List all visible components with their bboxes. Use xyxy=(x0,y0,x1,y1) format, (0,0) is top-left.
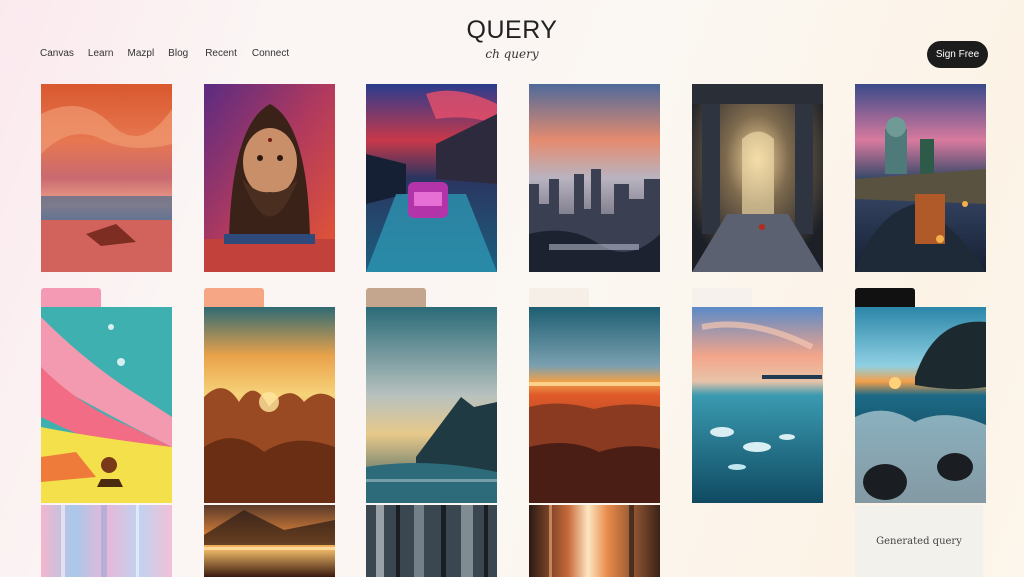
card-tab xyxy=(855,288,915,308)
card-tab xyxy=(366,288,426,308)
bearded-man-portrait-image xyxy=(204,84,335,272)
golden-forest-sunset-image xyxy=(204,307,335,503)
ruined-hall-doorway-image xyxy=(692,84,823,272)
card-tab xyxy=(41,288,101,308)
card-tab xyxy=(529,288,589,308)
neon-city-street-image xyxy=(366,84,497,272)
sign-free-button[interactable]: Sign Free xyxy=(927,41,988,68)
card-tab xyxy=(692,288,752,308)
gallery-card[interactable] xyxy=(366,505,497,577)
gallery-card[interactable] xyxy=(41,505,172,577)
gallery-card[interactable] xyxy=(41,307,172,503)
card-tab xyxy=(204,288,264,308)
gallery-card[interactable] xyxy=(204,505,335,577)
light-streak-blur-image xyxy=(529,505,660,577)
gallery-card[interactable] xyxy=(366,307,497,503)
rocky-shore-waves-image xyxy=(855,307,986,503)
gallery-card[interactable] xyxy=(529,84,660,272)
gallery-card[interactable] xyxy=(855,307,986,503)
gallery-card[interactable] xyxy=(204,84,335,272)
gallery-card[interactable] xyxy=(692,307,823,503)
gallery-card[interactable] xyxy=(692,84,823,272)
site-title[interactable]: QUERY xyxy=(0,16,1024,45)
dark-streak-blur-image xyxy=(366,505,497,577)
gallery-card[interactable] xyxy=(529,505,660,577)
misty-mountain-sea-image xyxy=(366,307,497,503)
gallery-card[interactable] xyxy=(41,84,172,272)
site-tagline: ch query xyxy=(485,47,539,61)
painted-seascape-image xyxy=(41,84,172,272)
gallery-card[interactable] xyxy=(855,84,986,272)
sunset-crowd-sea-image xyxy=(529,307,660,503)
gallery-card[interactable] xyxy=(204,307,335,503)
night-temple-city-image xyxy=(855,84,986,272)
abstract-beach-figure-image xyxy=(41,307,172,503)
turquoise-ocean-sunset-image xyxy=(692,307,823,503)
brand-header: QUERY ch query xyxy=(0,16,1024,61)
sunset-lake-image xyxy=(204,505,335,577)
gallery-card[interactable] xyxy=(366,84,497,272)
city-skyline-sunset-image xyxy=(529,84,660,272)
gallery-caption: Generated query xyxy=(855,505,983,577)
gallery-card[interactable] xyxy=(529,307,660,503)
pastel-blur-image xyxy=(41,505,172,577)
